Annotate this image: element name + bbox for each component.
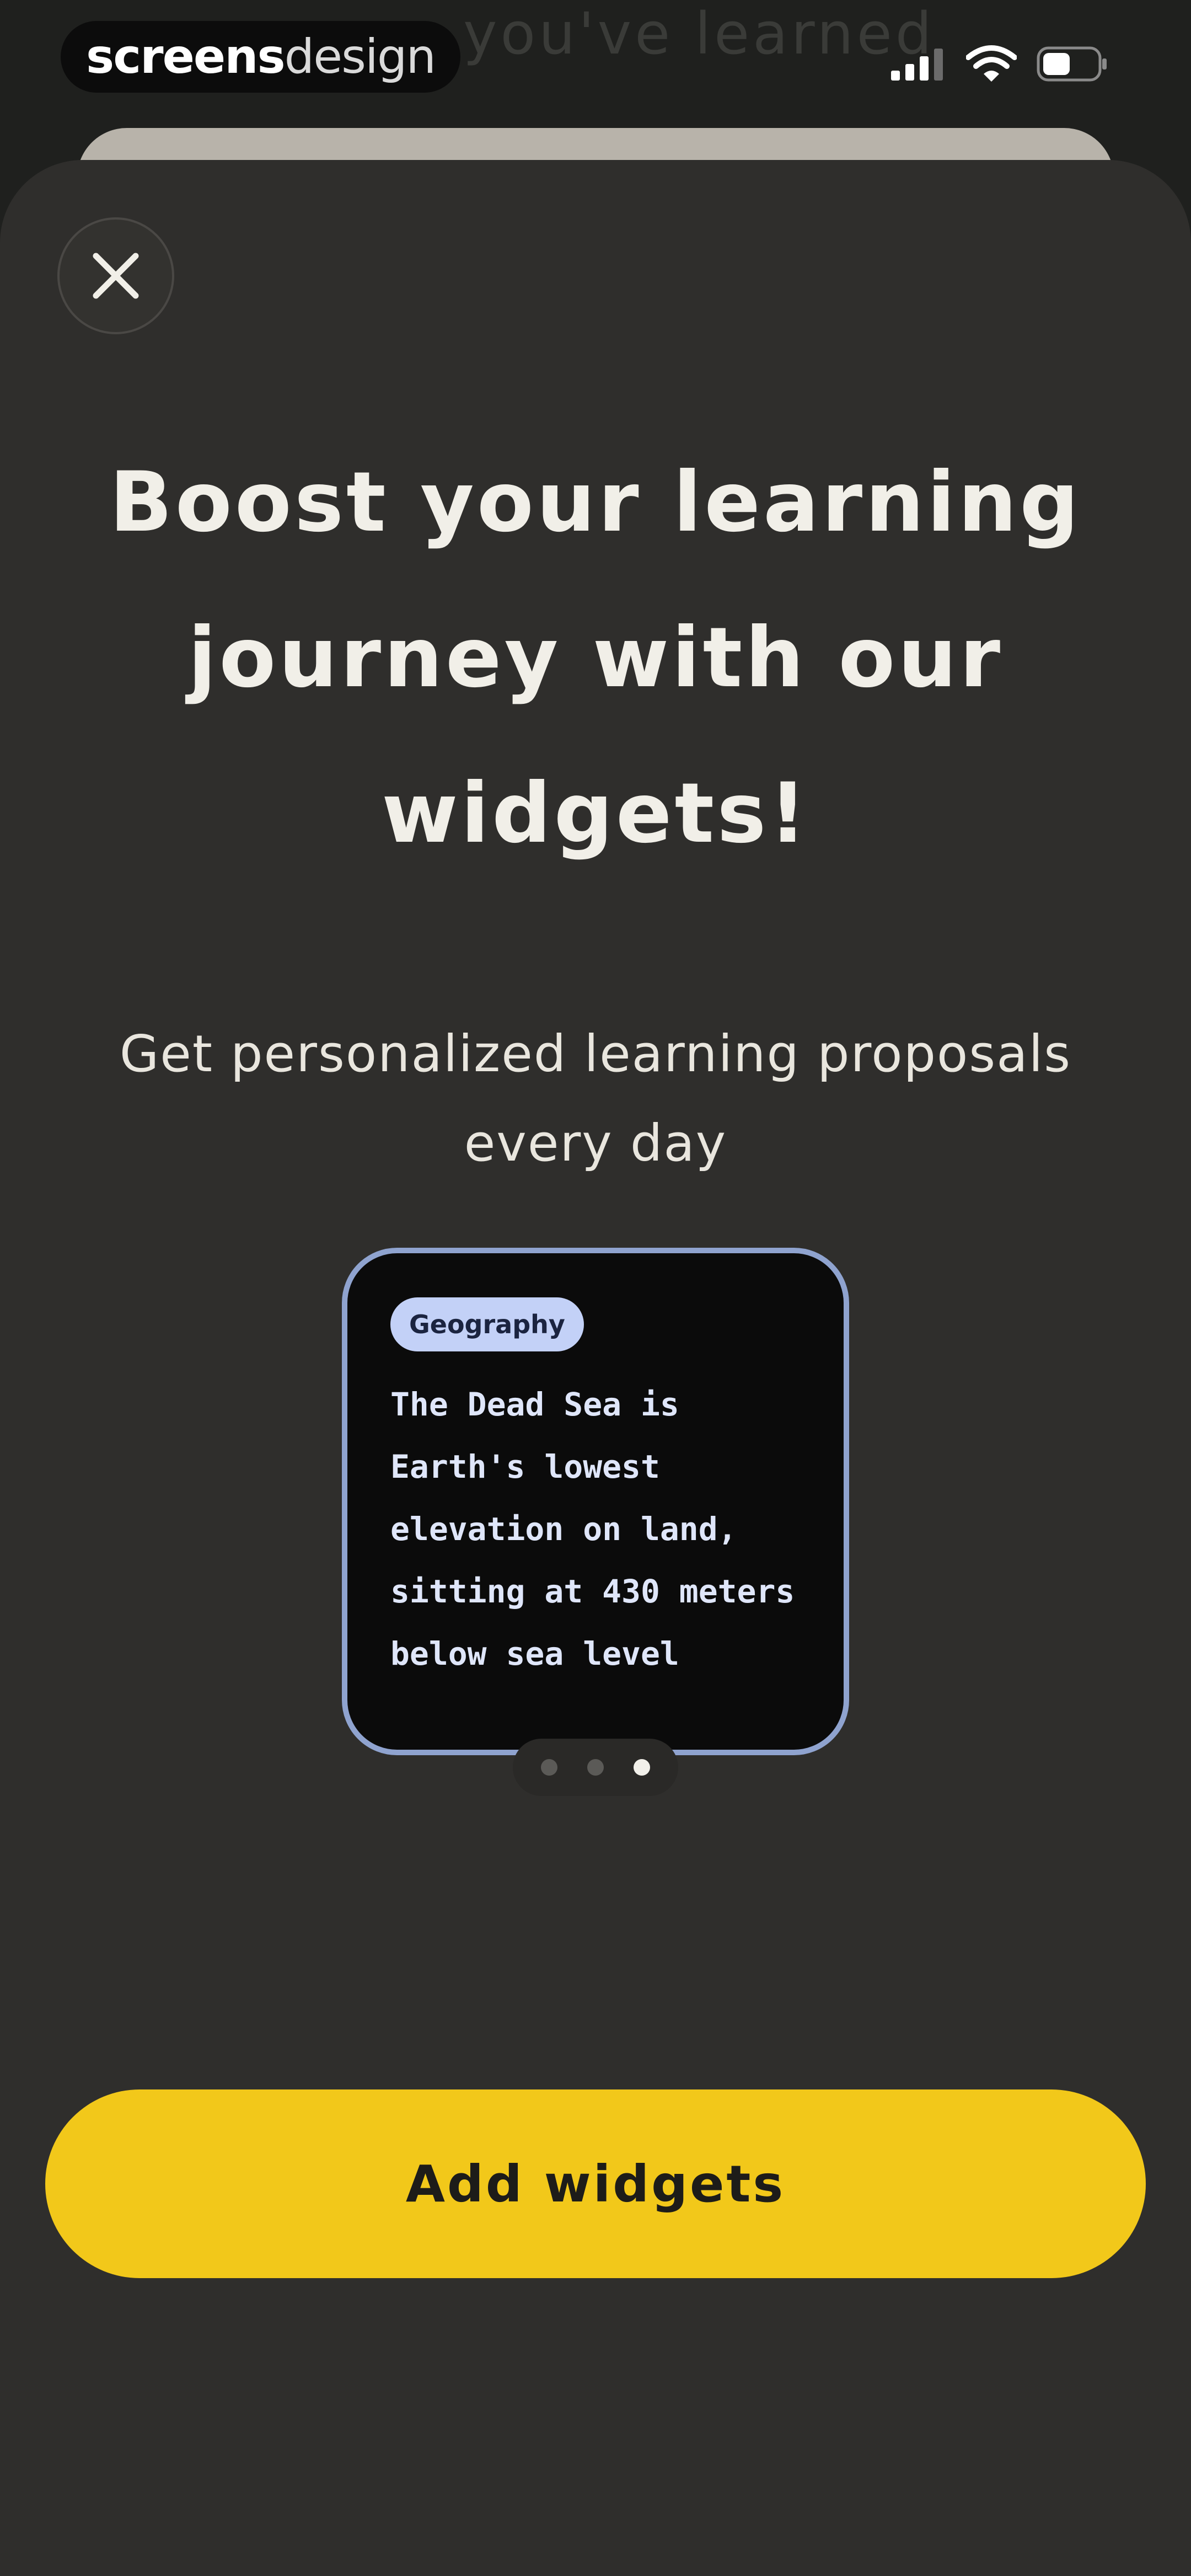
watermark-light: design (284, 29, 436, 84)
widget-fact-text: The Dead Sea is Earth's lowest elevation… (390, 1386, 795, 1672)
pagination-dot[interactable] (587, 1759, 604, 1776)
watermark-bold: screens (86, 29, 286, 84)
headline: Boost your learning journey with our wid… (109, 455, 1082, 862)
pagination-dot[interactable] (541, 1759, 557, 1776)
pagination-dot-active[interactable] (634, 1759, 650, 1776)
widget-preview-card: Geography The Dead Sea is Earth's lowest… (342, 1248, 849, 1755)
screen: you've learned screens design Boost your… (0, 0, 1191, 2576)
close-button[interactable] (57, 217, 174, 334)
widget-category-tag: Geography (390, 1297, 584, 1351)
watermark: screens design (61, 21, 460, 93)
background-title: you've learned (463, 0, 935, 67)
add-widgets-button[interactable]: Add widgets (45, 2089, 1146, 2278)
wifi-icon (966, 45, 1017, 82)
pagination-dots (513, 1739, 678, 1796)
close-icon (93, 253, 139, 299)
status-bar (891, 45, 1108, 83)
subtitle: Get personalized learning proposals ever… (119, 1024, 1072, 1173)
cellular-signal-icon (891, 49, 943, 81)
battery-icon (1037, 46, 1107, 82)
